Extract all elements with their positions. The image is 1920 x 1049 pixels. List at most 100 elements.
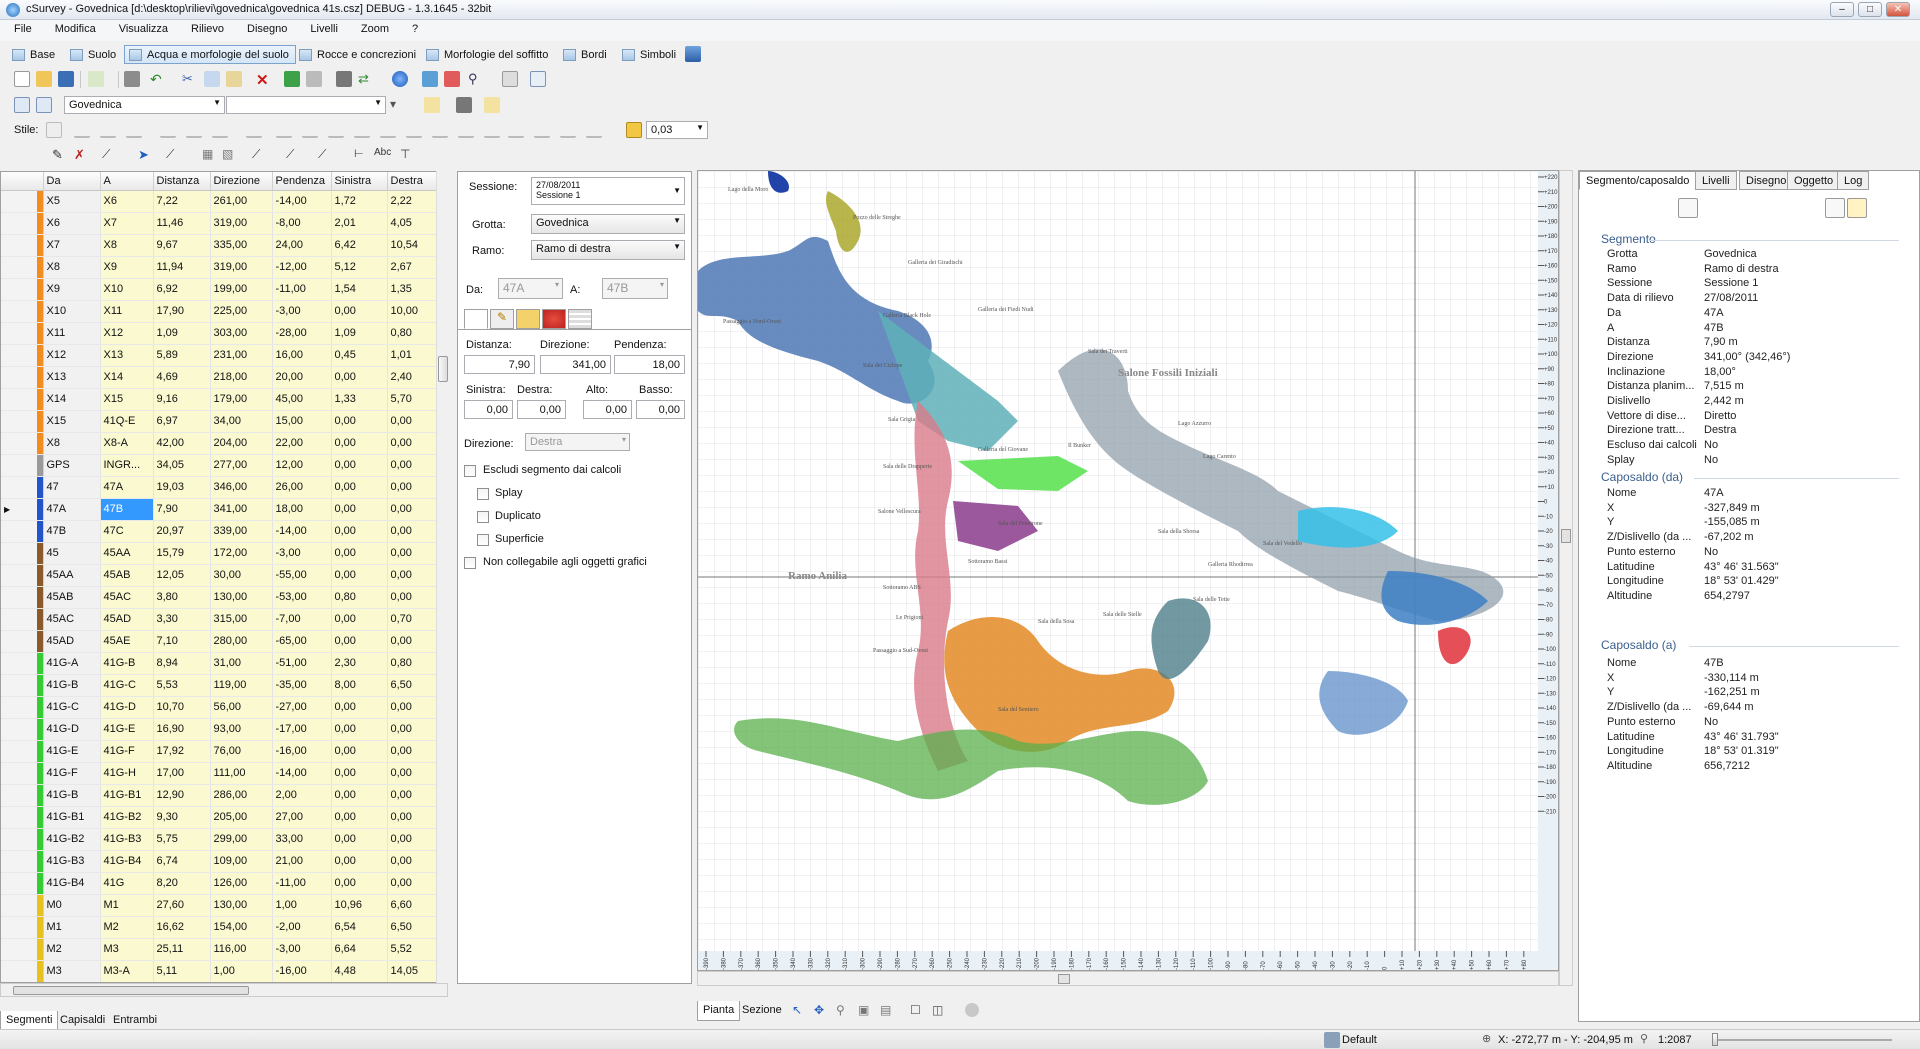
cell-destra[interactable]: 0,00 — [387, 850, 438, 873]
cell-pendenza[interactable]: -12,00 — [272, 256, 332, 279]
print-preview-icon[interactable] — [456, 97, 472, 113]
cell-direzione[interactable]: 339,00 — [210, 520, 273, 543]
cell-da[interactable]: 41G-B — [43, 674, 101, 697]
cell-distanza[interactable]: 12,90 — [153, 784, 211, 807]
panel-right-icon[interactable] — [36, 97, 52, 113]
select-tool-icon[interactable]: ➤ — [138, 147, 154, 163]
cell-sinistra[interactable]: 6,42 — [331, 234, 388, 257]
row-header[interactable] — [1, 850, 44, 873]
row-header[interactable] — [1, 608, 44, 631]
cell-a[interactable]: M3 — [100, 938, 154, 961]
scrollbar-thumb[interactable] — [438, 356, 448, 382]
line-style-17-icon[interactable] — [508, 122, 524, 138]
cell-da[interactable]: X5 — [43, 190, 101, 213]
table-row[interactable]: 47B 47C 20,97 339,00 -14,00 0,00 0,00 — [1, 520, 438, 543]
cell-sinistra[interactable]: 0,00 — [331, 454, 388, 477]
layer-simboli-button[interactable]: Simboli — [617, 45, 683, 64]
cell-da[interactable]: X9 — [43, 278, 101, 301]
cell-pendenza[interactable]: -53,00 — [272, 586, 332, 609]
cell-a[interactable]: 41G-B3 — [100, 828, 154, 851]
row-header[interactable] — [1, 432, 44, 455]
zoom-slider-thumb[interactable] — [1712, 1033, 1718, 1046]
grid-horizontal-scrollbar[interactable] — [0, 983, 448, 997]
window-icon[interactable] — [530, 71, 546, 87]
cell-direzione[interactable]: 1,00 — [210, 960, 273, 982]
cell-da[interactable]: 45AB — [43, 586, 101, 609]
row-header[interactable] — [1, 674, 44, 697]
cell-da[interactable]: 41G-B — [43, 784, 101, 807]
cell-pendenza[interactable]: -7,00 — [272, 608, 332, 631]
cell-a[interactable]: X14 — [100, 366, 154, 389]
cell-pendenza[interactable]: -3,00 — [272, 938, 332, 961]
cell-sinistra[interactable]: 0,00 — [331, 498, 388, 521]
tab-entrambi[interactable]: Entrambi — [108, 1011, 162, 1031]
cell-direzione[interactable]: 286,00 — [210, 784, 273, 807]
line-style-16-icon[interactable] — [484, 122, 500, 138]
table-row[interactable]: 41G-D 41G-E 16,90 93,00 -17,00 0,00 0,00 — [1, 718, 438, 741]
cell-a[interactable]: 45AA — [100, 542, 154, 565]
cell-pendenza[interactable]: -14,00 — [272, 520, 332, 543]
cell-direzione[interactable]: 34,00 — [210, 410, 273, 433]
column-header-a[interactable]: A — [100, 172, 154, 191]
row-header[interactable] — [1, 762, 44, 785]
row-header[interactable] — [1, 410, 44, 433]
cell-da[interactable]: 47 — [43, 476, 101, 499]
cell-da[interactable]: M3 — [43, 960, 101, 982]
cell-pendenza[interactable]: 1,00 — [272, 894, 332, 917]
direction-select[interactable]: Destra ▾ — [525, 433, 630, 451]
cell-pendenza[interactable]: -16,00 — [272, 740, 332, 763]
cell-sinistra[interactable]: 0,00 — [331, 630, 388, 653]
tab-segmenti[interactable]: Segmenti — [0, 1011, 59, 1031]
cell-destra[interactable]: 0,00 — [387, 476, 438, 499]
layer-bordi-button[interactable]: Bordi — [558, 45, 614, 64]
cell-a[interactable]: 41G-C — [100, 674, 154, 697]
cell-sinistra[interactable]: 1,72 — [331, 190, 388, 213]
table-row[interactable]: 45AD 45AE 7,10 280,00 -65,00 0,00 0,00 — [1, 630, 438, 653]
cell-a[interactable]: 41G-E — [100, 718, 154, 741]
cell-destra[interactable]: 0,00 — [387, 454, 438, 477]
layer-soffitto-button[interactable]: Morfologie del soffitto — [421, 45, 555, 64]
line-style-1-icon[interactable] — [74, 122, 90, 138]
branch-select[interactable]: Ramo di destra ▼ — [531, 240, 685, 260]
hand-tool-icon[interactable]: ☐ — [910, 1003, 926, 1019]
table-row[interactable]: 47 47A 19,03 346,00 26,00 0,00 0,00 — [1, 476, 438, 499]
cell-distanza[interactable]: 3,30 — [153, 608, 211, 631]
marker-tool-icon[interactable]: ⊤ — [400, 147, 416, 163]
cell-da[interactable]: 45AD — [43, 630, 101, 653]
cell-a[interactable]: 41G-H — [100, 762, 154, 785]
row-header[interactable] — [1, 586, 44, 609]
tab-segmento-caposaldo[interactable]: Segmento/caposaldo — [1579, 171, 1697, 190]
layers-view-icon[interactable]: ▤ — [880, 1003, 896, 1019]
cell-pendenza[interactable]: 15,00 — [272, 410, 332, 433]
panel-left-icon[interactable] — [14, 97, 30, 113]
cell-sinistra[interactable]: 2,01 — [331, 212, 388, 235]
tab-disegno[interactable]: Disegno — [1739, 171, 1794, 190]
cell-sinistra[interactable]: 0,00 — [331, 608, 388, 631]
cell-sinistra[interactable]: 1,09 — [331, 322, 388, 345]
cell-pendenza[interactable]: -2,00 — [272, 916, 332, 939]
table-row[interactable]: 41G-B2 41G-B3 5,75 299,00 33,00 0,00 0,00 — [1, 828, 438, 851]
cell-pendenza[interactable]: -27,00 — [272, 696, 332, 719]
cell-distanza[interactable]: 4,69 — [153, 366, 211, 389]
cell-direzione[interactable]: 199,00 — [210, 278, 273, 301]
cell-distanza[interactable]: 5,11 — [153, 960, 211, 982]
layer-rocce-button[interactable]: Rocce e concrezioni — [294, 45, 423, 64]
cell-destra[interactable]: 0,70 — [387, 608, 438, 631]
cell-direzione[interactable]: 31,00 — [210, 652, 273, 675]
cell-da[interactable]: 47B — [43, 520, 101, 543]
cell-sinistra[interactable]: 0,00 — [331, 784, 388, 807]
table-row[interactable]: X7 X8 9,67 335,00 24,00 6,42 10,54 — [1, 234, 438, 257]
cell-destra[interactable]: 0,00 — [387, 806, 438, 829]
cell-direzione[interactable]: 116,00 — [210, 938, 273, 961]
cell-sinistra[interactable]: 0,00 — [331, 850, 388, 873]
row-header[interactable] — [1, 212, 44, 235]
cell-direzione[interactable]: 179,00 — [210, 388, 273, 411]
print-icon[interactable] — [124, 71, 140, 87]
cell-direzione[interactable]: 261,00 — [210, 190, 273, 213]
row-header[interactable] — [1, 806, 44, 829]
cell-direzione[interactable]: 205,00 — [210, 806, 273, 829]
row-header[interactable] — [1, 542, 44, 565]
line-tool-icon[interactable]: ⟋ — [102, 147, 118, 163]
cell-a[interactable]: 45AB — [100, 564, 154, 587]
column-header-distanza[interactable]: Distanza — [153, 172, 211, 191]
